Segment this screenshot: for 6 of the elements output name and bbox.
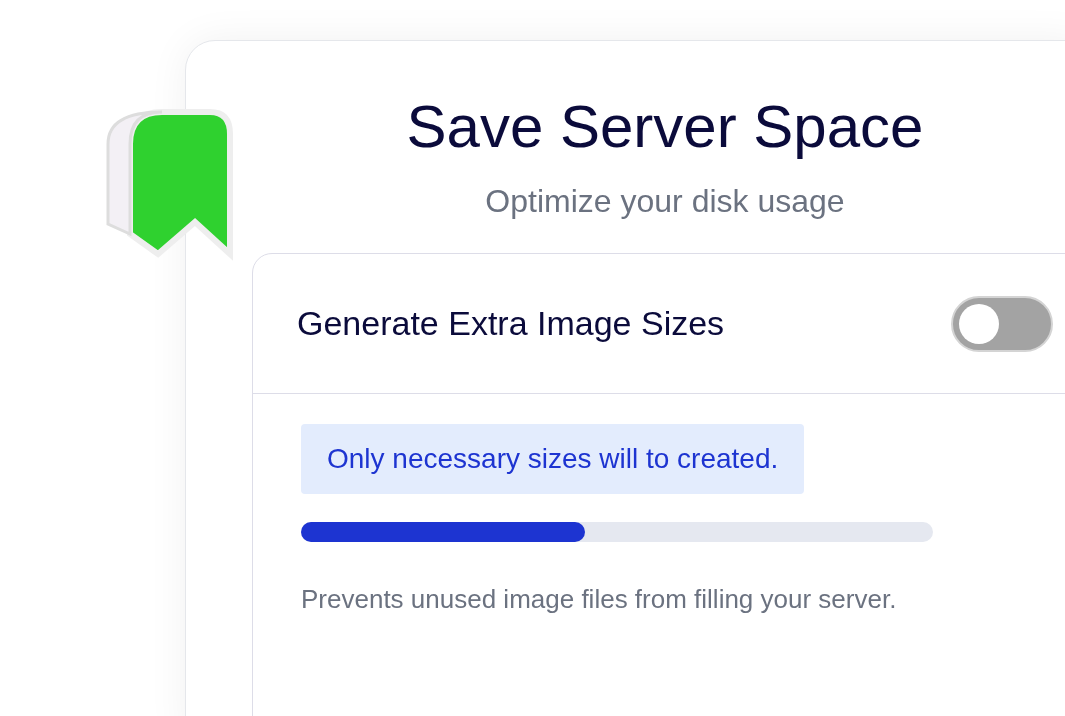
panel-subtitle: Optimize your disk usage [485,182,845,221]
panel-title: Save Server Space [406,92,924,162]
setting-label: Generate Extra Image Sizes [297,303,725,344]
setting-description: Prevents unused image files from filling your server. [301,583,897,616]
toggle-knob-icon [959,303,999,344]
info-notice: Only necessary sizes will to created. [301,424,805,494]
